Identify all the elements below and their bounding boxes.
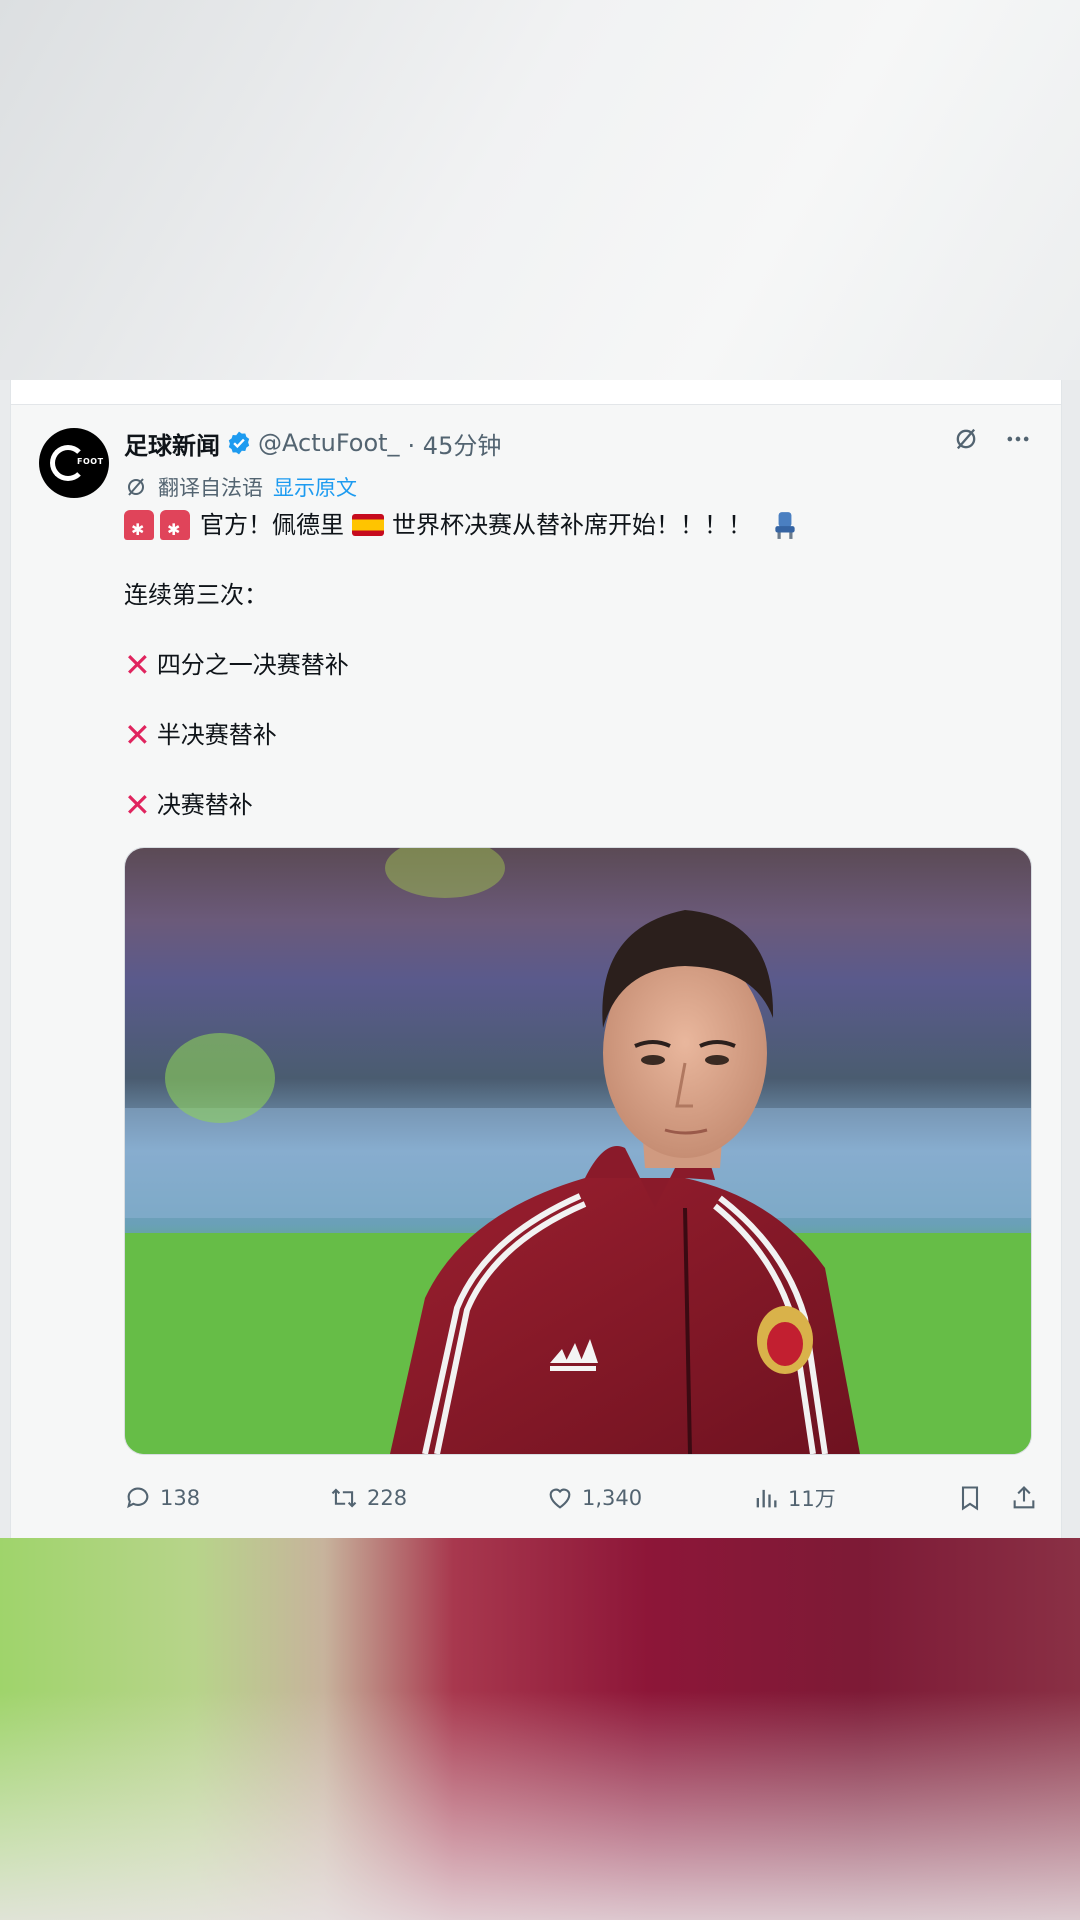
background-blur-bottom: [0, 1538, 1080, 1920]
spain-flag-emoji: [352, 514, 384, 536]
author-handle[interactable]: @ActuFoot_: [258, 429, 400, 457]
background-blur-top: [0, 0, 1080, 380]
translation-notice: 翻译自法语 显示原文: [124, 472, 357, 502]
list-item: ✕ 半决赛替补: [124, 718, 1024, 752]
cross-mark-icon: ✕: [124, 786, 151, 824]
tweet-header: 足球新闻 @ActuFoot_ · 45分钟: [124, 426, 502, 461]
list-item: ✕ 决赛替补: [124, 788, 1024, 822]
like-count: 1,340: [582, 1486, 643, 1510]
previous-tweet-edge: [11, 380, 1061, 405]
seat-emoji: [775, 512, 795, 539]
siren-emoji: [124, 510, 154, 547]
cross-mark-icon: ✕: [124, 646, 151, 684]
retweet-icon: [331, 1488, 357, 1508]
views-icon: [756, 1489, 777, 1508]
tweet-photo[interactable]: [124, 847, 1032, 1455]
view-count: 11万: [788, 1487, 836, 1511]
like-icon: [549, 1488, 571, 1509]
reply-count: 138: [160, 1486, 201, 1510]
retweet-count: 228: [367, 1486, 408, 1510]
bookmark-button[interactable]: [956, 1478, 992, 1518]
text-line1-b: 世界杯决赛从替补席开始！！！！: [392, 511, 752, 539]
share-button[interactable]: [1010, 1478, 1046, 1518]
avatar[interactable]: FOOT: [39, 428, 109, 498]
cross-mark-icon: ✕: [124, 716, 151, 754]
views-button[interactable]: 11万: [752, 1478, 836, 1518]
text-line-1: 官方！佩德里 世界杯决赛从替补席开始！！！！: [124, 508, 1024, 547]
reply-icon: [127, 1487, 149, 1509]
reply-button[interactable]: 138: [124, 1478, 200, 1518]
verified-badge-icon: [228, 431, 250, 455]
like-button[interactable]: 1,340: [546, 1478, 642, 1518]
show-original-link[interactable]: 显示原文: [273, 472, 357, 502]
siren-emoji: [160, 510, 190, 547]
grok-icon[interactable]: [951, 424, 981, 454]
tweet-text: 官方！佩德里 世界杯决赛从替补席开始！！！！ 连续第三次： ✕ 四分之一决赛替补…: [124, 508, 1024, 822]
text-line-2: 连续第三次：: [124, 581, 268, 609]
tweet-actions: 138 228 1,340 11万: [124, 1478, 1044, 1518]
tweet-card[interactable]: FOOT 足球新闻 @ActuFoot_ · 45分钟 翻译自法语 显示原文 官…: [10, 380, 1062, 1538]
translate-label: 翻译自法语: [158, 476, 263, 500]
list-item-text: 四分之一决赛替补: [156, 651, 349, 679]
list-item-text: 半决赛替补: [156, 721, 277, 749]
author-name[interactable]: 足球新闻: [124, 426, 220, 461]
bookmark-icon: [961, 1486, 979, 1511]
list-item: ✕ 四分之一决赛替补: [124, 648, 1024, 682]
tweet-time[interactable]: · 45分钟: [408, 426, 502, 461]
text-line1-a: 官方！佩德里: [200, 511, 344, 539]
translate-icon: [128, 478, 144, 496]
share-icon: [1013, 1486, 1035, 1509]
more-icon[interactable]: [1003, 424, 1033, 454]
retweet-button[interactable]: 228: [329, 1478, 407, 1518]
list-item-text: 决赛替补: [156, 791, 253, 819]
